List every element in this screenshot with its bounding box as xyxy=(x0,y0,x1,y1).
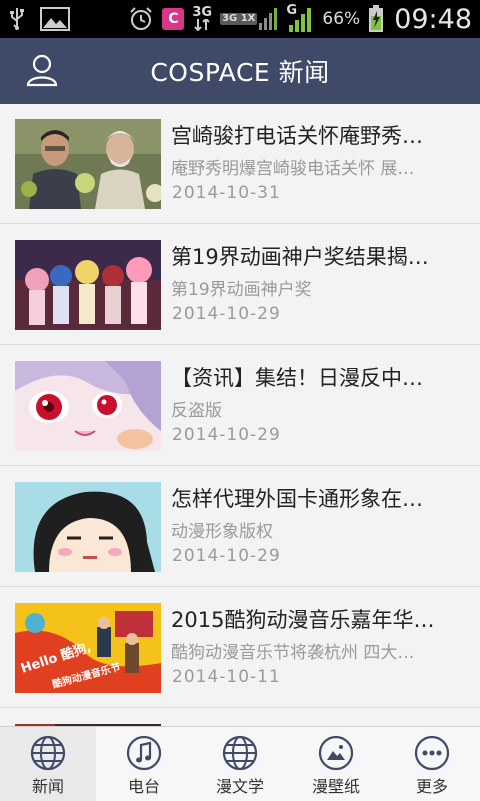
news-thumbnail xyxy=(15,119,161,209)
signal-type-label: G xyxy=(286,3,298,18)
news-title: 怎样代理外国卡通形象在… xyxy=(171,487,423,511)
more-icon xyxy=(414,735,450,771)
profile-button[interactable] xyxy=(22,52,62,92)
network-type-label: 3G xyxy=(192,5,213,20)
signal-3g1x-icon: 3G 1X xyxy=(220,7,278,31)
news-title: 第19界动画神户奖结果揭… xyxy=(171,245,429,269)
news-summary: 酷狗动漫音乐节将袭杭州 四大… xyxy=(171,643,415,663)
app-notification-icon: C xyxy=(162,8,185,30)
news-item[interactable]: 怎样代理外国卡通形象在… 动漫形象版权 2014-10-29 xyxy=(0,467,480,587)
nav-tab-news[interactable]: 新闻 xyxy=(0,727,96,801)
news-thumbnail xyxy=(15,361,161,451)
battery-charging-icon xyxy=(368,5,384,33)
globe-icon xyxy=(222,735,258,771)
news-date: 2014-10-31 xyxy=(172,183,281,203)
news-title: 2015酷狗动漫音乐嘉年华… xyxy=(171,608,435,632)
battery-percent: 66% xyxy=(322,9,361,29)
bottom-nav: 新闻 电台 漫文学 漫壁纸 更多 xyxy=(0,726,480,801)
news-summary: 第19界动画神户奖 xyxy=(171,280,312,300)
news-item[interactable]: 【资讯】集结！日漫反中… 反盗版 2014-10-29 xyxy=(0,346,480,466)
network-secondary-label: 3G 1X xyxy=(220,13,258,25)
news-date: 2014-10-29 xyxy=(172,546,281,566)
news-item[interactable]: Hello 酷狗, 酷狗动漫音乐节 2015酷狗动漫音乐嘉年华… 酷狗动漫音乐节… xyxy=(0,588,480,708)
news-item[interactable] xyxy=(0,709,480,726)
image-icon xyxy=(318,735,354,771)
news-summary: 庵野秀明爆宫崎骏电话关怀 展… xyxy=(171,159,415,179)
nav-tab-radio[interactable]: 电台 xyxy=(96,727,192,801)
news-summary: 动漫形象版权 xyxy=(171,522,273,542)
globe-icon xyxy=(30,735,66,771)
news-date: 2014-10-29 xyxy=(172,425,281,445)
nav-label: 电台 xyxy=(127,777,160,796)
news-date: 2014-10-11 xyxy=(172,667,281,687)
nav-label: 更多 xyxy=(415,777,448,796)
news-summary: 反盗版 xyxy=(171,401,222,421)
data-transfer-icon: 3G xyxy=(192,5,213,31)
news-list[interactable]: 宫崎骏打电话关怀庵野秀… 庵野秀明爆宫崎骏电话关怀 展… 2014-10-31 … xyxy=(0,104,480,726)
news-thumbnail xyxy=(15,240,161,330)
music-note-icon xyxy=(126,735,162,771)
news-thumbnail xyxy=(15,482,161,572)
signal-icon: G xyxy=(286,3,314,33)
nav-tab-more[interactable]: 更多 xyxy=(384,727,480,801)
news-date: 2014-10-29 xyxy=(172,304,281,324)
app-header: COSPACE 新闻 xyxy=(0,38,480,104)
nav-label: 漫壁纸 xyxy=(311,777,360,796)
nav-label: 漫文学 xyxy=(215,777,264,796)
news-title: 【资讯】集结！日漫反中… xyxy=(171,366,423,390)
news-thumbnail: Hello 酷狗, 酷狗动漫音乐节 xyxy=(15,603,161,693)
alarm-icon xyxy=(128,6,154,32)
usb-icon xyxy=(8,7,26,31)
news-item[interactable]: 宫崎骏打电话关怀庵野秀… 庵野秀明爆宫崎骏电话关怀 展… 2014-10-31 xyxy=(0,104,480,224)
user-icon xyxy=(25,53,59,91)
nav-tab-wallpaper[interactable]: 漫壁纸 xyxy=(288,727,384,801)
status-bar: C 3G 3G 1X G 66% 09:48 xyxy=(0,0,480,38)
page-title: COSPACE 新闻 xyxy=(150,58,330,87)
clock: 09:48 xyxy=(394,3,472,35)
nav-label: 新闻 xyxy=(31,777,64,796)
nav-tab-literature[interactable]: 漫文学 xyxy=(192,727,288,801)
news-title: 宫崎骏打电话关怀庵野秀… xyxy=(171,124,423,148)
news-item[interactable]: 第19界动画神户奖结果揭… 第19界动画神户奖 2014-10-29 xyxy=(0,225,480,345)
gallery-icon xyxy=(40,7,70,31)
